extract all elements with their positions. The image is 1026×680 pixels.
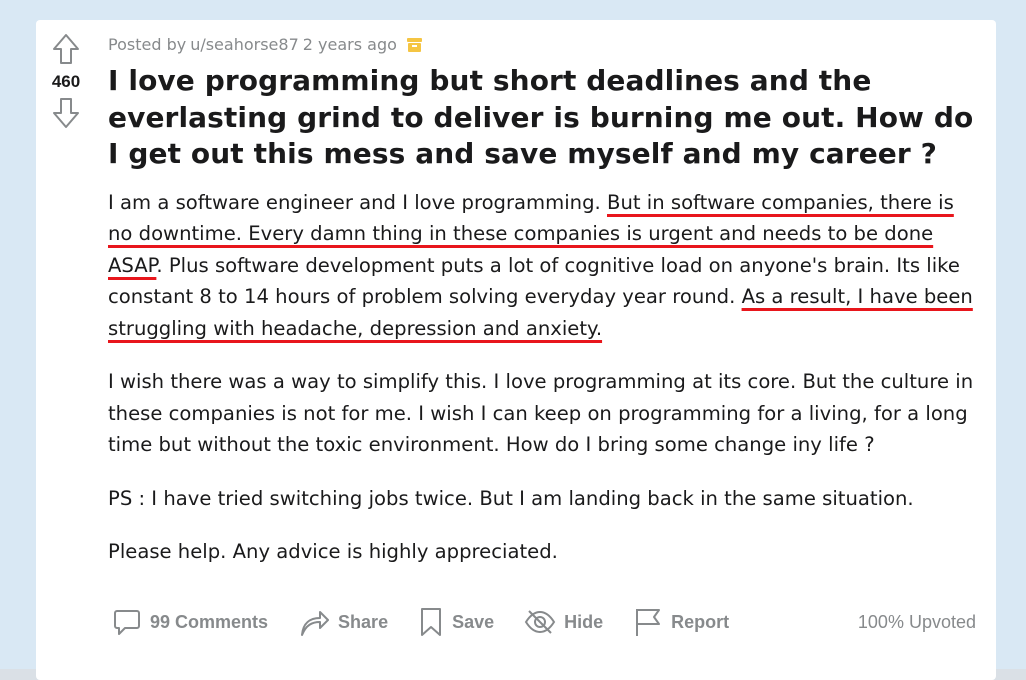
hide-button[interactable]: Hide	[524, 608, 603, 636]
vote-score: 460	[51, 72, 81, 91]
hide-label: Hide	[564, 611, 604, 632]
post-body: I am a software engineer and I love prog…	[108, 187, 984, 568]
post-actions-bar: 99 Comments Share Save Hide Report 100% …	[112, 606, 976, 638]
post-title[interactable]: I love programming but short deadlines a…	[108, 63, 984, 173]
share-button[interactable]: Share	[298, 607, 388, 637]
post-paragraph: PS : I have tried switching jobs twice. …	[108, 486, 914, 510]
post-content: Posted by u/seahorse87 2 years ago I lov…	[108, 20, 984, 590]
vote-column: 460	[36, 20, 96, 130]
comments-button[interactable]: 99 Comments	[112, 607, 268, 637]
downvote-button[interactable]	[49, 96, 83, 130]
post-card: 460 Posted by u/seahorse87 2 years ago I…	[36, 20, 996, 680]
save-icon	[421, 608, 442, 636]
report-label: Report	[671, 611, 730, 632]
share-icon	[301, 611, 330, 636]
save-label: Save	[452, 611, 495, 632]
share-label: Share	[338, 611, 389, 632]
upvote-button[interactable]	[49, 32, 83, 66]
downvote-arrow-icon	[53, 98, 79, 128]
report-button[interactable]: Report	[633, 606, 729, 638]
comments-label: 99 Comments	[150, 611, 269, 632]
comment-icon	[114, 610, 140, 635]
paragraph-text: I am a software engineer and I love prog…	[108, 190, 607, 214]
award-icon[interactable]	[406, 37, 422, 52]
report-icon	[636, 609, 661, 636]
hide-icon	[524, 610, 556, 634]
save-button[interactable]: Save	[418, 606, 494, 638]
post-paragraph: I am a software engineer and I love prog…	[108, 187, 984, 345]
upvote-ratio: 100% Upvoted	[857, 611, 976, 632]
post-meta: Posted by u/seahorse87 2 years ago	[108, 35, 984, 54]
posted-by-label: Posted by	[108, 35, 187, 54]
post-paragraph: Please help. Any advice is highly apprec…	[108, 540, 558, 563]
author-link[interactable]: u/seahorse87	[190, 35, 299, 54]
post-paragraph: I wish there was a way to simplify this.…	[108, 370, 974, 456]
upvote-arrow-icon	[53, 34, 79, 64]
post-age[interactable]: 2 years ago	[303, 35, 397, 54]
